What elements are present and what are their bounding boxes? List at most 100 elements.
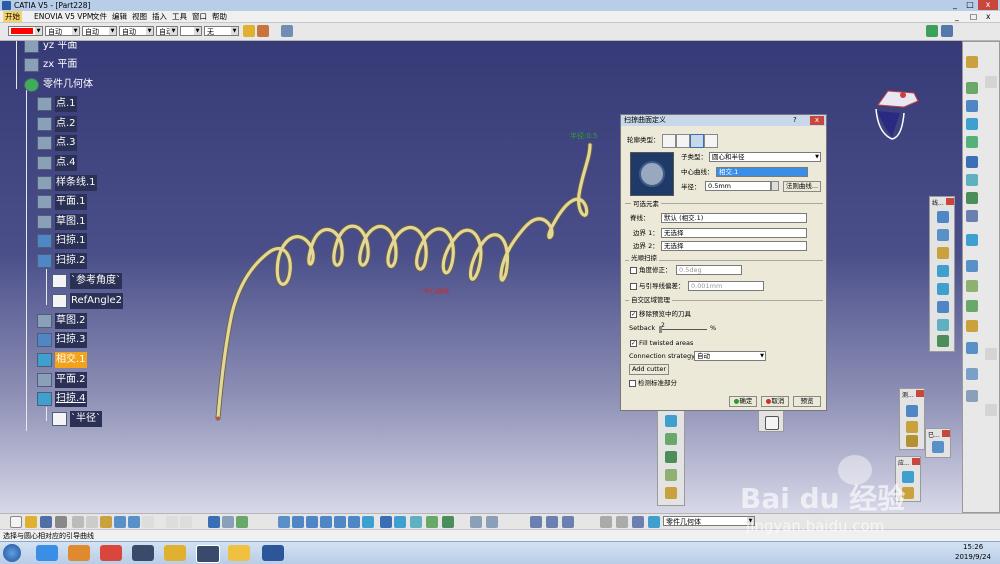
menu-file[interactable]: 文件 [92, 11, 107, 22]
chrome-icon[interactable] [100, 545, 122, 561]
corner-icon[interactable] [937, 319, 949, 331]
fillet-tool-icon[interactable] [966, 234, 978, 246]
undo-icon[interactable] [114, 516, 126, 528]
spine-field[interactable]: 默认 (相交.1) [661, 213, 807, 223]
copy-icon[interactable] [86, 516, 98, 528]
add-cutter-button[interactable]: Add cutter [629, 364, 669, 375]
setback-slider[interactable] [659, 329, 707, 330]
settings-icon[interactable] [941, 25, 953, 37]
cancel-button[interactable]: ●取消 [761, 396, 789, 407]
formula-icon[interactable] [166, 516, 178, 528]
weather-icon[interactable] [228, 545, 250, 561]
border1-field[interactable]: 无选择 [661, 228, 807, 238]
paste-icon[interactable] [100, 516, 112, 528]
scale-tool-icon[interactable] [966, 320, 978, 332]
catia-active-task-icon[interactable] [196, 545, 220, 563]
deviation-input[interactable]: 0.001mm [688, 281, 764, 291]
paint-icon[interactable] [243, 25, 255, 37]
normal-view-icon[interactable] [362, 516, 374, 528]
save-icon[interactable] [40, 516, 52, 528]
fill-twisted-checkbox[interactable]: ✓ [630, 340, 637, 347]
profile-explicit-button[interactable] [662, 134, 676, 148]
globe-icon[interactable] [926, 25, 938, 37]
axis-icon[interactable] [486, 516, 498, 528]
help-button[interactable]: ? [793, 116, 797, 124]
remove-preview-checkbox[interactable]: ✓ [630, 311, 637, 318]
extrude-icon[interactable] [665, 487, 677, 499]
split-tool-icon[interactable] [966, 174, 978, 186]
arrow-right-icon[interactable] [985, 404, 997, 416]
blend-icon[interactable] [665, 451, 677, 463]
angle-correction-checkbox[interactable] [630, 267, 637, 274]
loft-icon[interactable] [665, 469, 677, 481]
ie-icon[interactable] [36, 545, 58, 561]
menu-enovia[interactable]: ENOVIA V5 VPM [34, 11, 93, 22]
menu-edit[interactable]: 编辑 [112, 11, 127, 22]
close-icon[interactable] [946, 198, 954, 205]
radius-spinner[interactable] [771, 181, 779, 191]
measure-tool-icon[interactable] [966, 368, 978, 380]
whats-this-icon[interactable] [142, 516, 154, 528]
subtype-select[interactable]: 圆心和半径 ▼ [709, 152, 821, 162]
layer-select[interactable]: ▼ [180, 26, 202, 36]
menu-window[interactable]: 窗口 [192, 11, 207, 22]
print-icon[interactable] [55, 516, 67, 528]
tool-b-icon[interactable] [616, 516, 628, 528]
close-button[interactable]: x [978, 0, 998, 10]
zoom-out-icon[interactable] [348, 516, 360, 528]
line-type-select[interactable]: 自动 ▼ [119, 26, 154, 36]
point-symbol-select[interactable]: 自动 ▼ [156, 26, 178, 36]
connect-curve-icon[interactable] [937, 335, 949, 347]
grid-icon[interactable] [530, 516, 542, 528]
body-icon[interactable] [648, 516, 660, 528]
axis-tool-icon[interactable] [966, 342, 978, 354]
maximize-button[interactable]: □ [963, 0, 977, 10]
menu-insert[interactable]: 插入 [152, 11, 167, 22]
ok-button[interactable]: ●确定 [729, 396, 757, 407]
translate-tool-icon[interactable] [966, 260, 978, 272]
axis-icon[interactable] [937, 229, 949, 241]
fly-mode-icon[interactable] [278, 516, 290, 528]
compass-icon[interactable] [875, 90, 919, 140]
fit-all-icon[interactable] [292, 516, 304, 528]
close-icon[interactable] [942, 430, 950, 437]
border2-field[interactable]: 无选择 [661, 241, 807, 251]
media-player-icon[interactable] [68, 545, 90, 561]
redo-icon[interactable] [128, 516, 140, 528]
explorer-icon[interactable] [164, 545, 186, 561]
fill-tool-icon[interactable] [966, 136, 978, 148]
rotate-tool-icon[interactable] [966, 280, 978, 292]
rotate-icon[interactable] [320, 516, 332, 528]
doc-restore-button[interactable]: □ [970, 11, 977, 22]
constraint-icon[interactable] [562, 516, 574, 528]
menu-help[interactable]: 帮助 [212, 11, 227, 22]
law-button[interactable]: 法则曲线... [783, 181, 821, 192]
arrow-right-icon[interactable] [985, 348, 997, 360]
angle-input[interactable]: 0.5deg [676, 265, 742, 275]
inertia-icon[interactable] [906, 435, 918, 447]
close-icon[interactable] [916, 390, 924, 397]
sketch-tool-icon[interactable] [966, 56, 978, 68]
tool-a-icon[interactable] [600, 516, 612, 528]
properties-icon[interactable] [281, 25, 293, 37]
preview-button[interactable]: 预览 [793, 396, 821, 407]
open-icon[interactable] [25, 516, 37, 528]
apply-material-icon[interactable] [932, 441, 944, 453]
comment-icon[interactable] [180, 516, 192, 528]
canonical-detect-checkbox[interactable] [629, 380, 636, 387]
hide-show-icon[interactable] [426, 516, 438, 528]
word-icon[interactable] [262, 545, 284, 561]
pad-tool-icon[interactable] [966, 82, 978, 94]
render-style-select[interactable]: 无 ▼ [204, 26, 239, 36]
doc-minimize-button[interactable]: _ [955, 11, 959, 22]
menu-view[interactable]: 视图 [132, 11, 147, 22]
circle-icon[interactable] [937, 301, 949, 313]
surface-tool-icon[interactable] [966, 100, 978, 112]
profile-circle-button[interactable] [690, 134, 704, 148]
swap-space-icon[interactable] [442, 516, 454, 528]
line-icon[interactable] [937, 211, 949, 223]
snap-icon[interactable] [546, 516, 558, 528]
analysis-tool-icon[interactable] [966, 390, 978, 402]
iso-view-icon[interactable] [394, 516, 406, 528]
multi-view-icon[interactable] [380, 516, 392, 528]
